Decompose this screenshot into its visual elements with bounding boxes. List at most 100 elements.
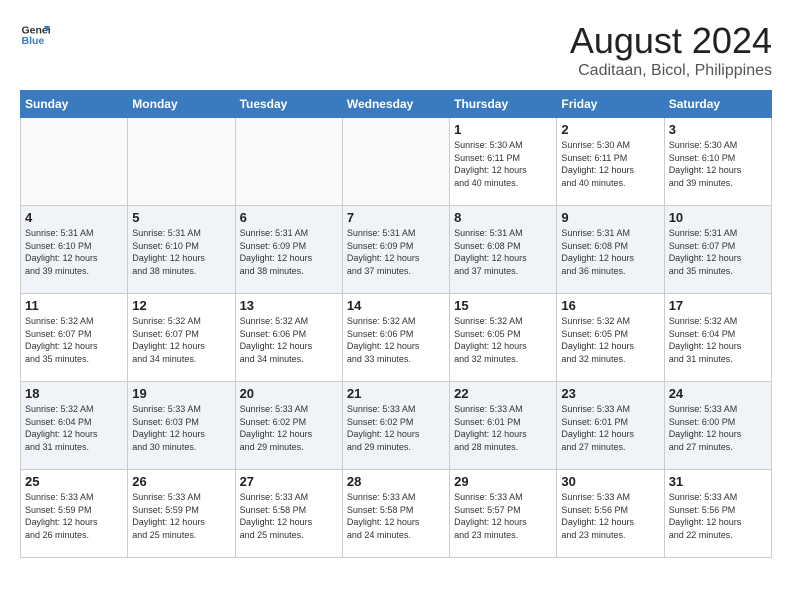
- day-number: 7: [347, 210, 445, 225]
- calendar-cell: 26 Sunrise: 5:33 AMSunset: 5:59 PMDayligh…: [128, 470, 235, 558]
- day-info: Sunrise: 5:33 AMSunset: 6:00 PMDaylight:…: [669, 403, 767, 453]
- day-info: Sunrise: 5:31 AMSunset: 6:07 PMDaylight:…: [669, 227, 767, 277]
- day-number: 23: [561, 386, 659, 401]
- svg-text:Blue: Blue: [22, 35, 45, 47]
- day-number: 17: [669, 298, 767, 313]
- day-number: 18: [25, 386, 123, 401]
- day-info: Sunrise: 5:32 AMSunset: 6:04 PMDaylight:…: [669, 315, 767, 365]
- day-number: 10: [669, 210, 767, 225]
- day-number: 30: [561, 474, 659, 489]
- calendar-cell: 12 Sunrise: 5:32 AMSunset: 6:07 PMDayligh…: [128, 294, 235, 382]
- calendar-cell: 4 Sunrise: 5:31 AMSunset: 6:10 PMDaylight…: [21, 206, 128, 294]
- day-info: Sunrise: 5:31 AMSunset: 6:10 PMDaylight:…: [132, 227, 230, 277]
- calendar-cell: 17 Sunrise: 5:32 AMSunset: 6:04 PMDayligh…: [664, 294, 771, 382]
- calendar-cell: 29 Sunrise: 5:33 AMSunset: 5:57 PMDayligh…: [450, 470, 557, 558]
- day-info: Sunrise: 5:33 AMSunset: 6:02 PMDaylight:…: [347, 403, 445, 453]
- week-row-1: 1 Sunrise: 5:30 AMSunset: 6:11 PMDaylight…: [21, 118, 772, 206]
- page-header: General Blue August 2024 Caditaan, Bicol…: [20, 20, 772, 80]
- column-header-thursday: Thursday: [450, 91, 557, 118]
- day-number: 26: [132, 474, 230, 489]
- calendar-cell: 24 Sunrise: 5:33 AMSunset: 6:00 PMDayligh…: [664, 382, 771, 470]
- day-info: Sunrise: 5:33 AMSunset: 6:03 PMDaylight:…: [132, 403, 230, 453]
- day-number: 24: [669, 386, 767, 401]
- column-header-friday: Friday: [557, 91, 664, 118]
- day-info: Sunrise: 5:31 AMSunset: 6:08 PMDaylight:…: [561, 227, 659, 277]
- calendar-cell: 15 Sunrise: 5:32 AMSunset: 6:05 PMDayligh…: [450, 294, 557, 382]
- day-info: Sunrise: 5:33 AMSunset: 6:01 PMDaylight:…: [561, 403, 659, 453]
- calendar-cell: 10 Sunrise: 5:31 AMSunset: 6:07 PMDayligh…: [664, 206, 771, 294]
- day-info: Sunrise: 5:33 AMSunset: 5:56 PMDaylight:…: [669, 491, 767, 541]
- calendar-cell: [235, 118, 342, 206]
- day-number: 29: [454, 474, 552, 489]
- calendar-header-row: SundayMondayTuesdayWednesdayThursdayFrid…: [21, 91, 772, 118]
- day-info: Sunrise: 5:32 AMSunset: 6:07 PMDaylight:…: [132, 315, 230, 365]
- calendar-cell: 3 Sunrise: 5:30 AMSunset: 6:10 PMDaylight…: [664, 118, 771, 206]
- day-number: 3: [669, 122, 767, 137]
- calendar-cell: 19Sunrise: 5:33 AMSunset: 6:03 PMDayligh…: [128, 382, 235, 470]
- day-number: 20: [240, 386, 338, 401]
- day-number: 15: [454, 298, 552, 313]
- day-number: 2: [561, 122, 659, 137]
- day-info: Sunrise: 5:32 AMSunset: 6:05 PMDaylight:…: [454, 315, 552, 365]
- day-number: 9: [561, 210, 659, 225]
- calendar-cell: 28 Sunrise: 5:33 AMSunset: 5:58 PMDayligh…: [342, 470, 449, 558]
- calendar-cell: 5 Sunrise: 5:31 AMSunset: 6:10 PMDaylight…: [128, 206, 235, 294]
- calendar-title: August 2024: [570, 20, 772, 62]
- day-number: 27: [240, 474, 338, 489]
- calendar-cell: [128, 118, 235, 206]
- day-info: Sunrise: 5:32 AMSunset: 6:07 PMDaylight:…: [25, 315, 123, 365]
- day-number: 5: [132, 210, 230, 225]
- column-header-saturday: Saturday: [664, 91, 771, 118]
- calendar-cell: 9 Sunrise: 5:31 AMSunset: 6:08 PMDaylight…: [557, 206, 664, 294]
- day-info: Sunrise: 5:31 AMSunset: 6:08 PMDaylight:…: [454, 227, 552, 277]
- calendar-cell: 18 Sunrise: 5:32 AMSunset: 6:04 PMDayligh…: [21, 382, 128, 470]
- day-number: 4: [25, 210, 123, 225]
- day-number: 16: [561, 298, 659, 313]
- calendar-cell: 27 Sunrise: 5:33 AMSunset: 5:58 PMDayligh…: [235, 470, 342, 558]
- calendar-cell: 30 Sunrise: 5:33 AMSunset: 5:56 PMDayligh…: [557, 470, 664, 558]
- day-number: 28: [347, 474, 445, 489]
- day-number: 25: [25, 474, 123, 489]
- day-info: Sunrise: 5:30 AMSunset: 6:10 PMDaylight:…: [669, 139, 767, 189]
- week-row-5: 25 Sunrise: 5:33 AMSunset: 5:59 PMDayligh…: [21, 470, 772, 558]
- title-block: August 2024 Caditaan, Bicol, Philippines: [570, 20, 772, 80]
- week-row-3: 11 Sunrise: 5:32 AMSunset: 6:07 PMDayligh…: [21, 294, 772, 382]
- day-info: Sunrise: 5:30 AMSunset: 6:11 PMDaylight:…: [561, 139, 659, 189]
- calendar-cell: [21, 118, 128, 206]
- day-number: 12: [132, 298, 230, 313]
- day-info: Sunrise: 5:33 AMSunset: 6:01 PMDaylight:…: [454, 403, 552, 453]
- day-info: Sunrise: 5:33 AMSunset: 6:02 PMDaylight:…: [240, 403, 338, 453]
- day-info: Sunrise: 5:33 AMSunset: 5:57 PMDaylight:…: [454, 491, 552, 541]
- column-header-monday: Monday: [128, 91, 235, 118]
- calendar-cell: 22 Sunrise: 5:33 AMSunset: 6:01 PMDayligh…: [450, 382, 557, 470]
- day-info: Sunrise: 5:33 AMSunset: 5:58 PMDaylight:…: [240, 491, 338, 541]
- day-info: Sunrise: 5:31 AMSunset: 6:10 PMDaylight:…: [25, 227, 123, 277]
- day-info: Sunrise: 5:32 AMSunset: 6:04 PMDaylight:…: [25, 403, 123, 453]
- day-info: Sunrise: 5:33 AMSunset: 5:58 PMDaylight:…: [347, 491, 445, 541]
- calendar-cell: 14Sunrise: 5:32 AMSunset: 6:06 PMDayligh…: [342, 294, 449, 382]
- column-header-wednesday: Wednesday: [342, 91, 449, 118]
- calendar-cell: 23 Sunrise: 5:33 AMSunset: 6:01 PMDayligh…: [557, 382, 664, 470]
- day-number: 21: [347, 386, 445, 401]
- day-info: Sunrise: 5:33 AMSunset: 5:56 PMDaylight:…: [561, 491, 659, 541]
- calendar-cell: 20 Sunrise: 5:33 AMSunset: 6:02 PMDayligh…: [235, 382, 342, 470]
- week-row-2: 4 Sunrise: 5:31 AMSunset: 6:10 PMDaylight…: [21, 206, 772, 294]
- column-header-sunday: Sunday: [21, 91, 128, 118]
- day-number: 1: [454, 122, 552, 137]
- day-info: Sunrise: 5:32 AMSunset: 6:06 PMDaylight:…: [347, 315, 445, 365]
- day-info: Sunrise: 5:32 AMSunset: 6:06 PMDaylight:…: [240, 315, 338, 365]
- day-number: 8: [454, 210, 552, 225]
- day-number: 22: [454, 386, 552, 401]
- day-info: Sunrise: 5:31 AMSunset: 6:09 PMDaylight:…: [347, 227, 445, 277]
- calendar-table: SundayMondayTuesdayWednesdayThursdayFrid…: [20, 90, 772, 558]
- calendar-cell: 16Sunrise: 5:32 AMSunset: 6:05 PMDayligh…: [557, 294, 664, 382]
- calendar-cell: 11 Sunrise: 5:32 AMSunset: 6:07 PMDayligh…: [21, 294, 128, 382]
- calendar-cell: 1Sunrise: 5:30 AMSunset: 6:11 PMDaylight…: [450, 118, 557, 206]
- calendar-cell: 25 Sunrise: 5:33 AMSunset: 5:59 PMDayligh…: [21, 470, 128, 558]
- day-info: Sunrise: 5:33 AMSunset: 5:59 PMDaylight:…: [25, 491, 123, 541]
- calendar-cell: 13 Sunrise: 5:32 AMSunset: 6:06 PMDayligh…: [235, 294, 342, 382]
- day-number: 13: [240, 298, 338, 313]
- day-info: Sunrise: 5:33 AMSunset: 5:59 PMDaylight:…: [132, 491, 230, 541]
- calendar-cell: 8 Sunrise: 5:31 AMSunset: 6:08 PMDaylight…: [450, 206, 557, 294]
- day-number: 11: [25, 298, 123, 313]
